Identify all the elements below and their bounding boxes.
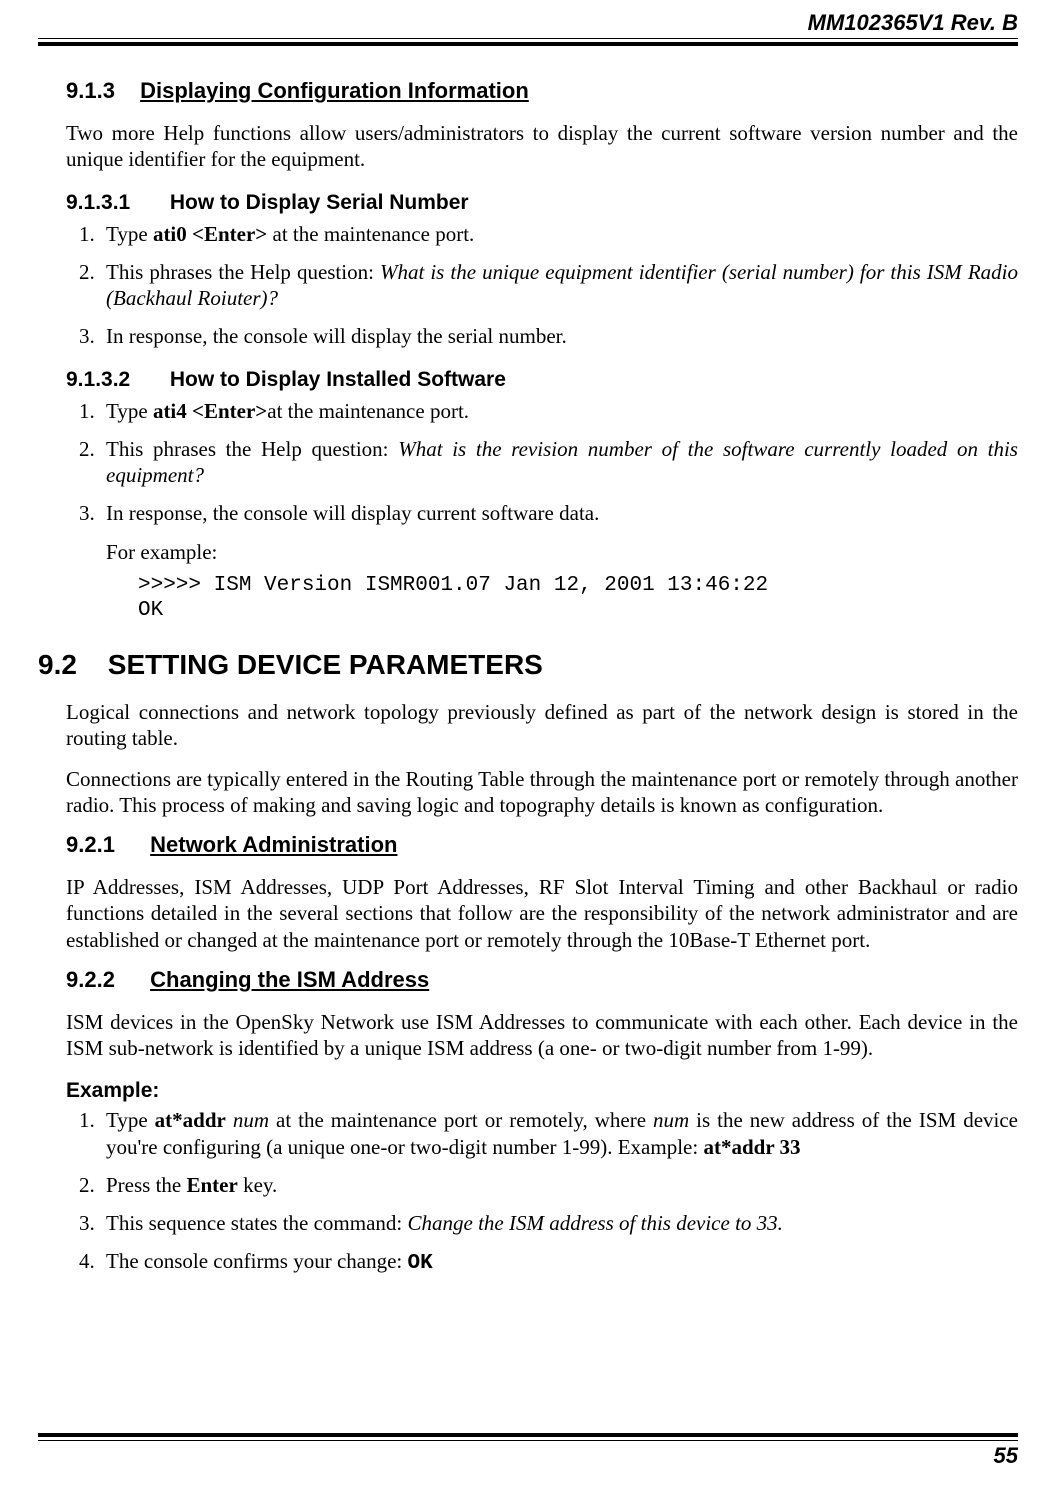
key: Enter — [187, 1173, 238, 1197]
doc-header: MM102365V1 Rev. B — [38, 10, 1018, 36]
step-list: Type at*addr num at the maintenance port… — [66, 1107, 1018, 1277]
console-output: OK — [408, 1252, 433, 1275]
heading-9-1-3: 9.1.3 Displaying Configuration Informati… — [66, 78, 1018, 104]
footer: 55 — [38, 1433, 1018, 1469]
heading-9-2-2: 9.2.2 Changing the ISM Address — [66, 967, 1018, 993]
variable: num — [233, 1108, 269, 1132]
heading-title: SETTING DEVICE PARAMETERS — [108, 649, 543, 680]
list-item: In response, the console will display cu… — [100, 500, 1018, 526]
header-rule-thin — [38, 38, 1018, 39]
heading-title: Network Administration — [150, 832, 397, 857]
paragraph: Connections are typically entered in the… — [66, 766, 1018, 819]
list-item: The console confirms your change: OK — [100, 1248, 1018, 1277]
paragraph: ISM devices in the OpenSky Network use I… — [66, 1009, 1018, 1062]
example-label: Example: — [66, 1079, 1018, 1103]
text: key. — [238, 1173, 277, 1197]
text: Type — [106, 1108, 155, 1132]
text: at the maintenance port or remotely, whe… — [269, 1108, 653, 1132]
command: ati4 <Enter> — [153, 399, 267, 423]
heading-number: 9.2.1 — [66, 832, 144, 858]
command-example: at*addr 33 — [703, 1135, 800, 1159]
list-item: Type ati4 <Enter>at the maintenance port… — [100, 398, 1018, 424]
heading-number: 9.1.3.2 — [66, 368, 164, 392]
heading-title: How to Display Serial Number — [170, 191, 469, 214]
list-item: This sequence states the command: Change… — [100, 1210, 1018, 1236]
command: ati0 <Enter> — [153, 222, 267, 246]
heading-number: 9.2.2 — [66, 967, 144, 993]
footer-rule-thick — [38, 1433, 1018, 1437]
footer-rule-thin — [38, 1440, 1018, 1441]
text: Type — [106, 222, 153, 246]
heading-title: Displaying Configuration Information — [140, 78, 529, 103]
text: Press the — [106, 1173, 187, 1197]
paragraph: Logical connections and network topology… — [66, 699, 1018, 752]
text: This phrases the Help question: — [106, 260, 380, 284]
heading-number: 9.2 — [38, 649, 100, 681]
text: at the maintenance port. — [267, 222, 474, 246]
heading-title: How to Display Installed Software — [170, 368, 506, 391]
list-item: This phrases the Help question: What is … — [100, 436, 1018, 489]
variable: num — [653, 1108, 689, 1132]
paragraph: Two more Help functions allow users/admi… — [66, 120, 1018, 173]
heading-9-2: 9.2 SETTING DEVICE PARAMETERS — [38, 649, 1018, 681]
text: at the maintenance port. — [267, 399, 469, 423]
page-number: 55 — [38, 1443, 1018, 1469]
text — [226, 1108, 233, 1132]
command: at*addr — [155, 1108, 226, 1132]
heading-number: 9.1.3.1 — [66, 191, 164, 215]
heading-9-2-1: 9.2.1 Network Administration — [66, 832, 1018, 858]
list-item: Press the Enter key. — [100, 1172, 1018, 1198]
heading-9-1-3-1: 9.1.3.1 How to Display Serial Number — [66, 191, 1018, 215]
heading-number: 9.1.3 — [66, 78, 134, 104]
for-example-label: For example: — [106, 539, 1018, 565]
heading-9-1-3-2: 9.1.3.2 How to Display Installed Softwar… — [66, 368, 1018, 392]
command-description: Change the ISM address of this device to… — [408, 1211, 783, 1235]
paragraph: IP Addresses, ISM Addresses, UDP Port Ad… — [66, 874, 1018, 953]
list-item: This phrases the Help question: What is … — [100, 259, 1018, 312]
text: The console confirms your change: — [106, 1249, 408, 1273]
content: 9.1.3 Displaying Configuration Informati… — [38, 46, 1018, 1278]
text: This phrases the Help question: — [106, 437, 398, 461]
step-list: Type ati0 <Enter> at the maintenance por… — [66, 221, 1018, 350]
list-item: Type ati0 <Enter> at the maintenance por… — [100, 221, 1018, 247]
text: Type — [106, 399, 153, 423]
code-block: >>>>> ISM Version ISMR001.07 Jan 12, 200… — [138, 573, 1018, 623]
heading-title: Changing the ISM Address — [150, 967, 429, 992]
step-list: Type ati4 <Enter>at the maintenance port… — [66, 398, 1018, 527]
list-item: Type at*addr num at the maintenance port… — [100, 1107, 1018, 1160]
text: This sequence states the command: — [106, 1211, 408, 1235]
list-item: In response, the console will display th… — [100, 323, 1018, 349]
page: MM102365V1 Rev. B 9.1.3 Displaying Confi… — [0, 0, 1056, 1487]
